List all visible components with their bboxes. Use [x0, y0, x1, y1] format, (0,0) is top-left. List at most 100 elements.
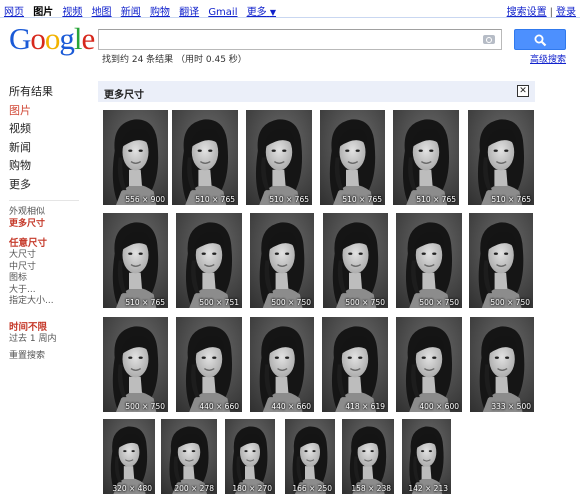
top-nav-maps[interactable]: 地图 — [92, 7, 112, 18]
size-filters: 大尺寸 中尺寸 图标 大于... 指定大小... — [9, 250, 89, 308]
filter-size-medium[interactable]: 中尺寸 — [9, 262, 89, 274]
filter-more-sizes[interactable]: 更多尺寸 — [9, 219, 89, 231]
filter-time-past-week[interactable]: 过去 1 周内 — [9, 334, 89, 346]
top-nav-translate[interactable]: 翻译 — [179, 7, 199, 18]
image-dimensions: 510 × 765 — [416, 195, 456, 204]
image-result-thumbnail[interactable]: 556 × 900 — [103, 110, 168, 205]
image-result-thumbnail[interactable]: 500 × 751 — [176, 213, 242, 308]
sidebar-item-images[interactable]: 图片 — [9, 102, 89, 121]
image-result-thumbnail[interactable]: 320 × 480 — [103, 419, 155, 494]
portrait-image — [161, 419, 217, 494]
image-result-thumbnail[interactable]: 440 × 660 — [250, 317, 314, 412]
top-nav-links: 网页 图片 视频 地图 新闻 购物 翻译 Gmail 更多 ▼ — [4, 3, 282, 18]
sidebar-item-video[interactable]: 视频 — [9, 120, 89, 139]
image-result-thumbnail[interactable]: 510 × 765 — [320, 110, 385, 205]
divider — [9, 200, 79, 201]
filter-size-larger-than[interactable]: 大于... — [9, 285, 89, 297]
image-dimensions: 510 × 765 — [195, 195, 235, 204]
sidebar-item-shopping[interactable]: 购物 — [9, 157, 89, 176]
portrait-image — [285, 419, 335, 494]
reset-search-link[interactable]: 重置搜索 — [9, 351, 89, 363]
top-nav-gmail[interactable]: Gmail — [208, 7, 237, 18]
image-result-thumbnail[interactable]: 440 × 660 — [176, 317, 242, 412]
image-dimensions: 500 × 750 — [490, 298, 530, 307]
image-result-thumbnail[interactable]: 200 × 278 — [161, 419, 217, 494]
filter-visually-similar[interactable]: 外观相似 — [9, 207, 89, 219]
image-result-thumbnail[interactable]: 500 × 750 — [103, 317, 168, 412]
portrait-image — [393, 110, 459, 205]
sidebar: 所有结果 图片 视频 新闻 购物 更多 外观相似 更多尺寸 任意尺寸 大尺寸 中… — [9, 83, 89, 363]
portrait-image — [246, 110, 312, 205]
portrait-image — [396, 317, 462, 412]
filter-size-icon[interactable]: 图标 — [9, 273, 89, 285]
image-result-thumbnail[interactable]: 510 × 765 — [103, 213, 168, 308]
portrait-image — [323, 213, 388, 308]
sidebar-item-more[interactable]: 更多 — [9, 176, 89, 195]
image-result-thumbnail[interactable]: 510 × 765 — [468, 110, 534, 205]
image-result-thumbnail[interactable]: 500 × 750 — [250, 213, 314, 308]
sidebar-item-news[interactable]: 新闻 — [9, 139, 89, 158]
portrait-image — [470, 317, 534, 412]
image-dimensions: 158 × 238 — [351, 484, 391, 493]
image-dimensions: 440 × 660 — [199, 402, 239, 411]
image-result-thumbnail[interactable]: 158 × 238 — [342, 419, 394, 494]
image-result-thumbnail[interactable]: 142 × 213 — [402, 419, 451, 494]
image-dimensions: 500 × 750 — [125, 402, 165, 411]
more-sizes-panel-header: 更多尺寸 ✕ — [98, 81, 535, 102]
time-filter-heading[interactable]: 时间不限 — [9, 322, 89, 334]
camera-icon[interactable] — [483, 35, 495, 44]
sign-in-link[interactable]: 登录 — [556, 7, 576, 18]
portrait-image — [250, 317, 314, 412]
chevron-down-icon: ▼ — [269, 8, 277, 17]
image-dimensions: 333 × 500 — [491, 402, 531, 411]
image-dimensions: 142 × 213 — [408, 484, 448, 493]
similar-filters: 外观相似 更多尺寸 — [9, 207, 89, 230]
image-result-thumbnail[interactable]: 400 × 600 — [396, 317, 462, 412]
portrait-image — [103, 213, 168, 308]
advanced-search-link[interactable]: 高级搜索 — [530, 52, 566, 65]
top-nav-video[interactable]: 视频 — [62, 7, 82, 18]
sidebar-item-all-results[interactable]: 所有结果 — [9, 83, 89, 102]
portrait-image — [320, 110, 385, 205]
image-result-thumbnail[interactable]: 510 × 765 — [246, 110, 312, 205]
image-result-thumbnail[interactable]: 500 × 750 — [323, 213, 388, 308]
image-result-thumbnail[interactable]: 418 × 619 — [322, 317, 388, 412]
image-dimensions: 556 × 900 — [125, 195, 165, 204]
image-result-thumbnail[interactable]: 180 × 270 — [225, 419, 275, 494]
portrait-image — [342, 419, 394, 494]
image-result-thumbnail[interactable]: 510 × 765 — [172, 110, 238, 205]
top-nav-more[interactable]: 更多 ▼ — [247, 7, 276, 18]
search-icon — [534, 34, 547, 47]
image-result-thumbnail[interactable]: 500 × 750 — [469, 213, 533, 308]
google-logo[interactable]: Google — [9, 22, 95, 56]
image-dimensions: 200 × 278 — [174, 484, 214, 493]
portrait-image — [103, 110, 168, 205]
search-input[interactable] — [99, 31, 487, 51]
image-dimensions: 510 × 765 — [491, 195, 531, 204]
image-result-thumbnail[interactable]: 500 × 750 — [396, 213, 462, 308]
image-result-thumbnail[interactable]: 333 × 500 — [470, 317, 534, 412]
search-button[interactable] — [514, 29, 566, 50]
filter-size-exact[interactable]: 指定大小... — [9, 296, 89, 308]
image-dimensions: 180 × 270 — [232, 484, 272, 493]
panel-title: 更多尺寸 — [104, 90, 144, 101]
portrait-image — [103, 419, 155, 494]
search-box — [98, 29, 502, 51]
time-filters: 过去 1 周内 重置搜索 — [9, 334, 89, 363]
portrait-image — [322, 317, 388, 412]
search-settings-link[interactable]: 搜索设置 — [507, 7, 547, 18]
top-nav-right: 搜索设置 | 登录 — [507, 3, 576, 18]
image-dimensions: 418 × 619 — [345, 402, 385, 411]
top-nav-images[interactable]: 图片 — [33, 7, 53, 18]
close-icon[interactable]: ✕ — [517, 85, 529, 97]
top-nav-web[interactable]: 网页 — [4, 7, 24, 18]
image-dimensions: 510 × 765 — [269, 195, 309, 204]
size-filter-heading[interactable]: 任意尺寸 — [9, 238, 89, 250]
filter-size-large[interactable]: 大尺寸 — [9, 250, 89, 262]
top-nav-shopping[interactable]: 购物 — [150, 7, 170, 18]
portrait-image — [469, 213, 533, 308]
image-result-thumbnail[interactable]: 166 × 250 — [285, 419, 335, 494]
top-nav-news[interactable]: 新闻 — [121, 7, 141, 18]
image-result-thumbnail[interactable]: 510 × 765 — [393, 110, 459, 205]
result-stats: 找到约 24 条结果 （用时 0.45 秒） — [102, 55, 247, 65]
